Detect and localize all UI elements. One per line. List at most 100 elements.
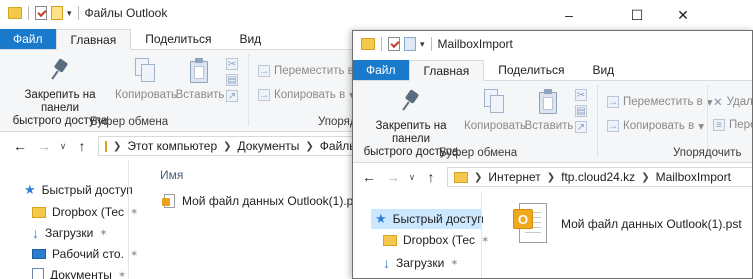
- paste-shortcut-icon[interactable]: ↗: [575, 121, 587, 133]
- clipboard-small-icons: ✂ ▤ ↗: [226, 58, 238, 102]
- cut-icon[interactable]: ✂: [226, 58, 238, 70]
- outlook-data-file-icon: [162, 194, 176, 208]
- file-item[interactable]: Мой файл данных Outlook(1).pst: [162, 194, 363, 208]
- copy-to-icon: →: [258, 89, 270, 101]
- properties-icon[interactable]: [35, 6, 47, 20]
- nav-item-quick-access[interactable]: ★ Быстрый доступ: [24, 182, 133, 198]
- tab-home[interactable]: Главная: [408, 60, 485, 81]
- copy-to-icon: →: [607, 120, 619, 132]
- customize-arrow-icon[interactable]: ▾: [420, 39, 425, 50]
- forward-arrow-icon[interactable]: →: [32, 138, 56, 154]
- tab-home[interactable]: Главная: [55, 29, 132, 50]
- column-header-name[interactable]: Имя: [160, 168, 183, 182]
- delete-button[interactable]: ✕ Удал: [713, 95, 752, 109]
- nav-item-downloads[interactable]: ↓ Загрузки ✶: [383, 255, 459, 271]
- move-to-icon: →: [607, 96, 619, 108]
- clipboard-small-icons: ✂ ▤ ↗: [575, 89, 587, 133]
- breadcrumb-separator: ❯: [113, 140, 122, 152]
- breadcrumb[interactable]: ❯ Этот компьютер ❯ Документы ❯ Файлы Out…: [98, 136, 360, 156]
- cut-icon[interactable]: ✂: [575, 89, 587, 101]
- copy-button[interactable]: Копировать: [115, 56, 177, 102]
- tab-file[interactable]: Файл: [353, 60, 409, 80]
- recent-locations-icon[interactable]: ∨: [56, 141, 70, 152]
- window-title: Файлы Outlook: [84, 6, 168, 20]
- pin-label-line1: Закрепить на панели: [24, 89, 96, 114]
- rename-button[interactable]: ≡ Пере: [713, 119, 752, 131]
- back-arrow-icon[interactable]: ←: [8, 138, 32, 154]
- ribbon: Закрепить на панели быстрого доступа Коп…: [353, 81, 752, 163]
- up-arrow-icon[interactable]: ↑: [419, 169, 443, 185]
- copy-to-button[interactable]: → Копировать в ▾: [607, 119, 704, 133]
- customize-arrow-icon[interactable]: ▾: [67, 8, 72, 19]
- breadcrumb-separator: ❯: [223, 140, 232, 152]
- nav-item-dropbox[interactable]: Dropbox (Тес ✶: [383, 233, 489, 247]
- nav-item-label: Загрузки: [396, 256, 445, 270]
- breadcrumb[interactable]: ❯ Интернет ❯ ftp.cloud24.kz ❯ MailboxImp…: [447, 167, 752, 187]
- nav-item-quick-access[interactable]: ★ Быстрый доступ: [371, 209, 484, 229]
- tab-share[interactable]: Поделиться: [131, 29, 225, 49]
- nav-item-dropbox[interactable]: Dropbox (Тес ✶: [32, 205, 138, 219]
- breadcrumb-item[interactable]: Интернет: [488, 170, 540, 184]
- tab-view[interactable]: Вид: [578, 60, 628, 80]
- breadcrumb-item[interactable]: MailboxImport: [656, 170, 731, 184]
- nav-item-documents[interactable]: Документы ✶: [32, 268, 126, 279]
- breadcrumb-separator: ❯: [474, 171, 483, 183]
- title-bar: ▾ Файлы Outlook – ☐ ✕: [0, 0, 753, 30]
- new-folder-icon[interactable]: [404, 37, 416, 51]
- up-arrow-icon[interactable]: ↑: [70, 138, 94, 154]
- pane-divider: [128, 160, 129, 279]
- nav-item-label: Быстрый доступ: [41, 183, 133, 197]
- copy-path-icon[interactable]: ▤: [575, 105, 587, 117]
- tab-share[interactable]: Поделиться: [484, 60, 578, 80]
- download-icon: ↓: [383, 255, 390, 271]
- breadcrumb-item[interactable]: Этот компьютер: [127, 139, 217, 153]
- forward-arrow-icon[interactable]: →: [381, 169, 405, 185]
- properties-icon[interactable]: [388, 37, 400, 51]
- copy-to-button[interactable]: → Копировать в ▾: [258, 88, 355, 102]
- recent-locations-icon[interactable]: ∨: [405, 172, 419, 183]
- pane-divider: [481, 191, 482, 278]
- minimize-button[interactable]: –: [546, 0, 592, 30]
- tab-file[interactable]: Файл: [0, 29, 56, 49]
- delete-icon: ✕: [713, 97, 723, 109]
- pin-icon: ✶: [117, 269, 127, 279]
- close-button[interactable]: ✕: [660, 0, 706, 30]
- file-name: Мой файл данных Outlook(1).pst: [561, 217, 742, 231]
- file-item[interactable]: O Мой файл данных Outlook(1).pst: [513, 203, 742, 245]
- folder-icon: [105, 140, 107, 152]
- breadcrumb-item[interactable]: ftp.cloud24.kz: [561, 170, 635, 184]
- clipboard-group-label: Буфер обмена: [439, 147, 518, 159]
- new-folder-icon[interactable]: [51, 6, 63, 20]
- breadcrumb-separator: ❯: [305, 140, 314, 152]
- move-to-button[interactable]: → Переместить в ▾: [258, 64, 364, 78]
- star-icon: ★: [24, 182, 36, 197]
- paste-button[interactable]: Вставить: [525, 87, 573, 133]
- copy-icon: [135, 58, 157, 84]
- window-title: MailboxImport: [437, 37, 513, 51]
- document-icon: [32, 268, 44, 279]
- folder-icon: [454, 171, 468, 183]
- back-arrow-icon[interactable]: ←: [357, 169, 381, 185]
- desktop-icon: [32, 249, 46, 259]
- nav-item-label: Dropbox (Тес: [403, 233, 476, 247]
- title-bar: ▾ MailboxImport: [353, 31, 752, 61]
- folder-icon: [32, 206, 46, 218]
- pin-icon: ✶: [99, 227, 108, 239]
- copy-button[interactable]: Копировать: [464, 87, 526, 133]
- paste-shortcut-icon[interactable]: ↗: [226, 90, 238, 102]
- nav-item-desktop[interactable]: Рабочий сто. ✶: [32, 247, 138, 261]
- breadcrumb-item[interactable]: Документы: [238, 139, 300, 153]
- paste-button[interactable]: Вставить: [176, 56, 224, 102]
- pin-icon: [402, 89, 420, 113]
- move-to-button[interactable]: → Переместить в ▾: [607, 95, 713, 109]
- download-icon: ↓: [32, 225, 39, 241]
- paste-icon: [538, 89, 560, 115]
- breadcrumb-separator: ❯: [641, 171, 650, 183]
- nav-item-downloads[interactable]: ↓ Загрузки ✶: [32, 225, 108, 241]
- separator: [381, 37, 382, 51]
- pin-icon: ✶: [129, 248, 139, 260]
- copy-path-icon[interactable]: ▤: [226, 74, 238, 86]
- pin-icon: ✶: [130, 206, 139, 218]
- tab-view[interactable]: Вид: [225, 29, 275, 49]
- maximize-button[interactable]: ☐: [614, 0, 660, 30]
